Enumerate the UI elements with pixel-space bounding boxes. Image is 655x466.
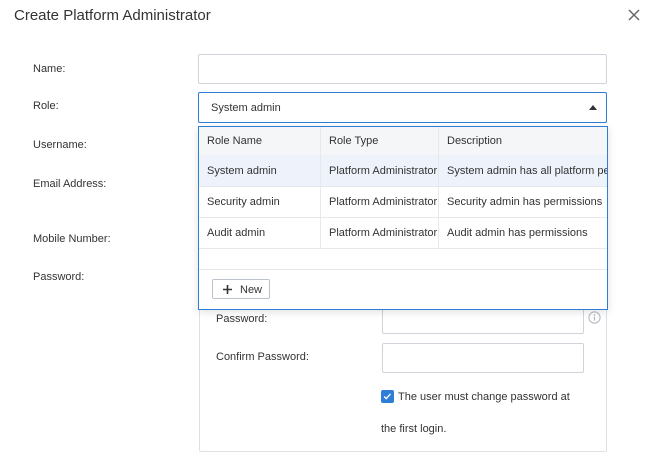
panel-password-label: Password: <box>216 313 268 325</box>
dropdown-row-security-admin[interactable]: Security admin Platform Administrator Se… <box>199 187 607 218</box>
role-selected-value: System admin <box>211 102 281 114</box>
role-type-cell: Platform Administrator <box>320 187 438 217</box>
dropdown-header-row: Role Name Role Type Description <box>199 127 607 156</box>
confirm-password-label: Confirm Password: <box>216 351 309 363</box>
description-cell: Audit admin has permissions <box>438 218 607 248</box>
dropdown-row-audit-admin[interactable]: Audit admin Platform Administrator Audit… <box>199 218 607 249</box>
must-change-text-line1: The user must change password at <box>398 391 570 403</box>
must-change-password-checkbox[interactable] <box>381 390 394 403</box>
must-change-text-line2: the first login. <box>381 423 447 435</box>
password-label: Password: <box>33 271 85 283</box>
confirm-password-input[interactable] <box>382 343 584 373</box>
role-type-cell: Platform Administrator <box>320 155 438 186</box>
description-cell: Security admin has permissions <box>438 187 607 217</box>
close-icon[interactable] <box>625 6 643 24</box>
mobile-label: Mobile Number: <box>33 233 111 245</box>
info-icon[interactable] <box>588 311 601 324</box>
caret-up-icon <box>589 105 597 110</box>
role-name-cell: Audit admin <box>207 227 266 239</box>
check-icon <box>383 393 391 400</box>
email-label: Email Address: <box>33 178 107 190</box>
role-name-cell: System admin <box>207 164 277 177</box>
username-label: Username: <box>33 139 87 151</box>
dropdown-empty-row <box>199 249 607 270</box>
plus-icon <box>223 285 232 294</box>
description-cell: System admin has all platform permission… <box>438 155 607 186</box>
name-label: Name: <box>33 63 66 75</box>
role-label: Role: <box>33 100 59 112</box>
dropdown-row-system-admin[interactable]: System admin Platform Administrator Syst… <box>199 155 607 187</box>
role-select[interactable]: System admin <box>198 92 607 123</box>
column-header-role-name: Role Name <box>207 135 263 147</box>
column-header-role-type: Role Type <box>320 127 438 155</box>
role-dropdown: Role Name Role Type Description System a… <box>198 126 608 310</box>
name-input[interactable] <box>198 54 607 84</box>
new-role-button[interactable]: New <box>212 279 270 299</box>
role-type-cell: Platform Administrator <box>320 218 438 248</box>
role-name-cell: Security admin <box>207 196 280 208</box>
new-role-label: New <box>240 284 263 296</box>
dialog-title: Create Platform Administrator <box>14 7 211 24</box>
column-header-description: Description <box>438 127 607 155</box>
